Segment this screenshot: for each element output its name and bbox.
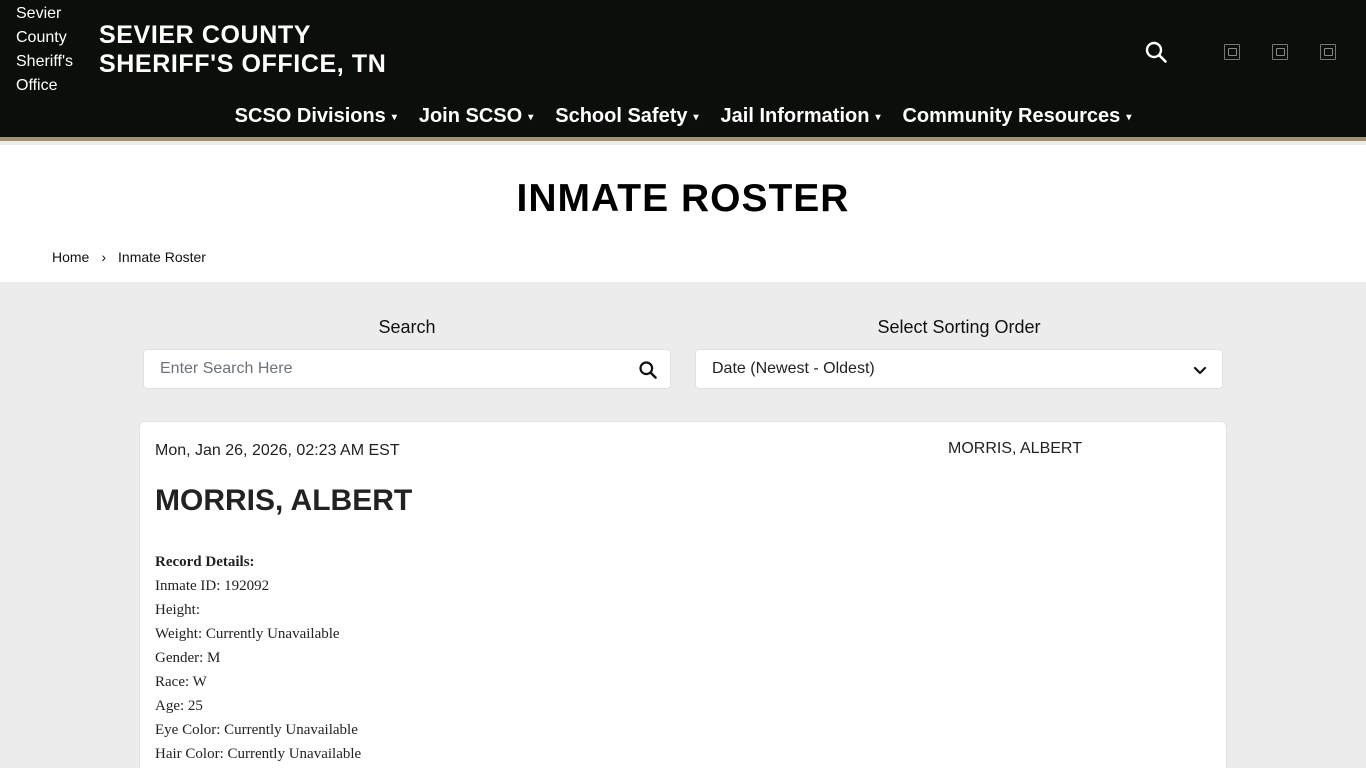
main-nav: SCSO Divisions ▾ Join SCSO ▾ School Safe… [0,105,1366,128]
breadcrumb-separator-icon: › [101,249,107,265]
nav-item-join-scso[interactable]: Join SCSO ▾ [419,105,533,128]
nav-item-label: Community Resources [902,105,1121,127]
detail-hair-color: Hair Color: Currently Unavailable [155,746,362,762]
detail-inmate-id: Inmate ID: 192092 [155,578,270,594]
page-title: INMATE ROSTER [516,177,850,220]
detail-height: Height: [155,602,200,618]
search-icon[interactable] [638,360,658,380]
inmate-name: MORRIS, ALBERT [155,484,413,517]
site-title-line2: SHERIFF'S OFFICE, TN [99,50,387,78]
search-label: Search [378,317,436,337]
nav-item-jail-information[interactable]: Jail Information ▾ [721,105,881,128]
breadcrumb-home[interactable]: Home [52,249,89,265]
record-datetime: Mon, Jan 26, 2026, 02:23 AM EST [155,442,400,459]
nav-item-school-safety[interactable]: School Safety ▾ [555,105,698,128]
nav-item-community-resources[interactable]: Community Resources ▾ [902,105,1131,128]
caret-down-icon: ▾ [528,112,534,123]
nav-item-scso-divisions[interactable]: SCSO Divisions ▾ [235,105,397,128]
header-utilities [1144,40,1336,64]
caret-down-icon: ▾ [693,112,699,123]
caret-down-icon: ▾ [875,112,881,123]
breadcrumb-current: Inmate Roster [118,249,206,265]
inmate-photo: MORRIS, ALBERT [948,440,1082,458]
sort-selected-value: Date (Newest - Oldest) [712,360,875,377]
site-title-line1: SEVIER COUNTY [99,21,311,49]
detail-age: Age: 25 [155,698,203,714]
detail-gender: Gender: M [155,650,221,666]
record-details: Record Details: Inmate ID: 192092 Height… [155,550,361,766]
inmate-photo-alt: MORRIS, ALBERT [948,440,1082,457]
detail-eye-color: Eye Color: Currently Unavailable [155,722,358,738]
detail-weight: Weight: Currently Unavailable [155,626,340,642]
search-icon[interactable] [1144,40,1168,64]
sort-label: Select Sorting Order [877,317,1041,337]
site-title[interactable]: SEVIER COUNTY SHERIFF'S OFFICE, TN [99,21,386,79]
caret-down-icon: ▾ [391,112,397,123]
chevron-down-icon [1190,360,1210,380]
page-title-band: INMATE ROSTER Home › Inmate Roster [0,145,1366,282]
site-header: Sevier County Sheriff's Office SEVIER CO… [0,0,1366,141]
nav-item-label: Join SCSO [418,105,523,127]
nav-item-label: SCSO Divisions [234,105,386,127]
search-placeholder: Enter Search Here [160,360,293,377]
nav-item-label: Jail Information [720,105,870,127]
logo[interactable]: Sevier County Sheriff's Office [16,2,96,98]
breadcrumb: Home › Inmate Roster [52,249,206,265]
inmate-record-card: Mon, Jan 26, 2026, 02:23 AM EST MORRIS, … [139,421,1227,768]
social-icon-2[interactable] [1272,44,1288,60]
detail-race: Race: W [155,674,207,690]
social-icon-3[interactable] [1320,44,1336,60]
caret-down-icon: ▾ [1126,112,1132,123]
record-details-heading: Record Details: [155,554,255,570]
nav-item-label: School Safety [555,105,688,127]
social-icon-1[interactable] [1224,44,1240,60]
search-input[interactable]: Enter Search Here [143,349,671,389]
sort-select[interactable]: Date (Newest - Oldest) [695,349,1223,389]
